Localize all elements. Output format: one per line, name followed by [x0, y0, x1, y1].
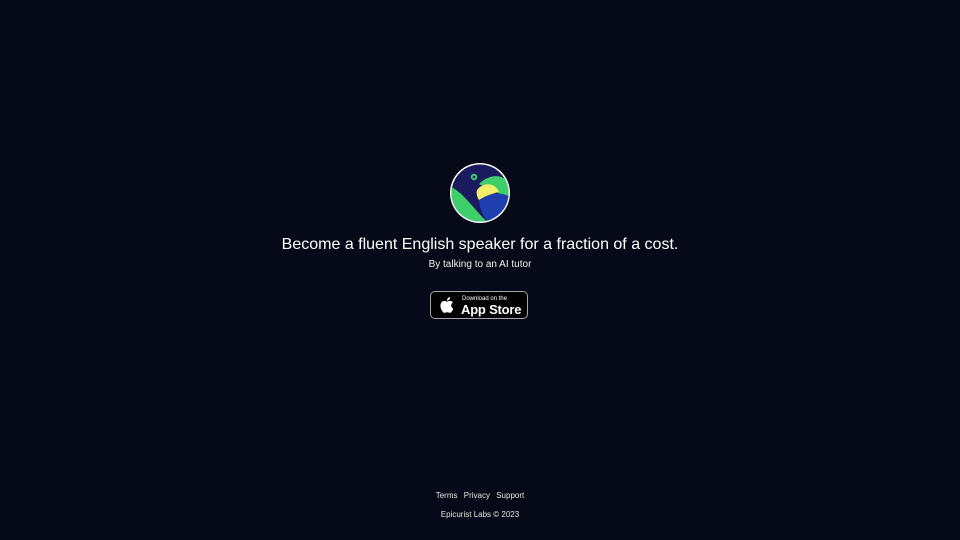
apple-icon — [440, 297, 454, 313]
footer-link-privacy[interactable]: Privacy — [464, 491, 490, 500]
footer-link-terms[interactable]: Terms — [436, 491, 458, 500]
app-store-big-label: App Store — [461, 302, 522, 317]
landing-page: Become a fluent English speaker for a fr… — [0, 0, 960, 540]
footer-copyright: Epicurist Labs © 2023 — [440, 510, 520, 519]
hero-subheadline: By talking to an AI tutor — [428, 259, 532, 270]
footer-links: Terms Privacy Support — [0, 490, 960, 501]
parrot-globe-logo-icon — [450, 163, 510, 223]
footer-link-support[interactable]: Support — [496, 491, 524, 500]
app-store-download-button[interactable]: Download on the App Store — [430, 291, 528, 319]
hero-headline: Become a fluent English speaker for a fr… — [281, 236, 679, 253]
